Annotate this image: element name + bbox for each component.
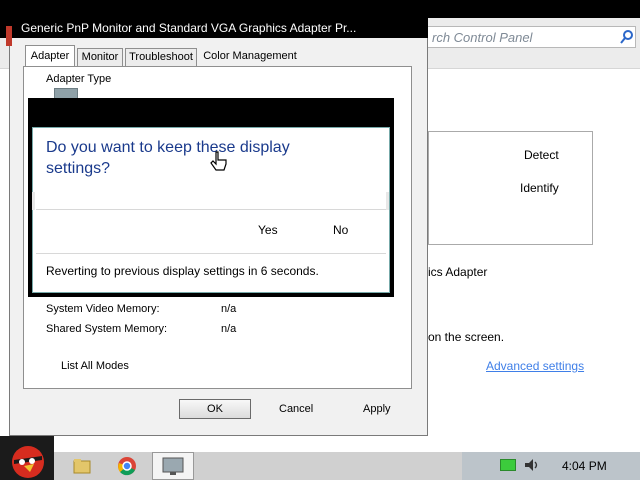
shared-system-memory-value: n/a [221,323,237,335]
tab-color-management[interactable]: Color Management [199,48,301,66]
divider [36,253,386,254]
apply-button[interactable]: Apply [363,403,391,415]
no-button[interactable]: No [333,223,348,237]
identify-button[interactable]: Identify [520,181,559,195]
system-video-memory-value: n/a [221,303,237,315]
top-bar [0,0,640,18]
dialog-edge-right [386,192,389,210]
battery-icon[interactable] [500,459,516,471]
chrome-icon[interactable] [115,454,139,478]
revert-countdown-text: Reverting to previous display settings i… [46,264,319,278]
adapter-text: ics Adapter [428,265,488,279]
tab-troubleshoot[interactable]: Troubleshoot [125,48,197,66]
tab-monitor[interactable]: Monitor [77,48,123,66]
folder-icon[interactable] [70,454,94,478]
hand-cursor-icon [210,151,227,171]
keep-settings-question: Do you want to keep these display settin… [46,139,290,177]
background-shield-icon [6,26,12,46]
dialog-edge-left [32,192,35,210]
search-icon[interactable] [619,29,635,45]
list-all-modes-button[interactable]: List All Modes [61,360,129,372]
volume-icon[interactable] [523,456,541,474]
dialog-title: Generic PnP Monitor and Standard VGA Gra… [21,21,357,35]
system-tray [462,452,640,480]
advanced-settings-link[interactable]: Advanced settings [486,359,584,373]
angry-bird-start-icon[interactable] [0,436,54,480]
taskbar-clock[interactable]: 4:04 PM [562,459,607,473]
cancel-button[interactable]: Cancel [279,403,313,415]
shared-system-memory-label: Shared System Memory: [46,323,168,335]
display-settings-icon[interactable] [152,452,194,480]
divider [36,209,386,210]
onscreen-text: on the screen. [428,330,505,344]
system-video-memory-label: System Video Memory: [46,303,160,315]
yes-button[interactable]: Yes [258,223,278,237]
monitor-arrangement-panel [428,131,593,245]
search-placeholder: rch Control Panel [432,30,533,45]
ok-button[interactable]: OK [179,399,251,419]
detect-button[interactable]: Detect [524,148,559,162]
tab-adapter[interactable]: Adapter [25,45,75,67]
adapter-type-label: Adapter Type [46,73,112,85]
